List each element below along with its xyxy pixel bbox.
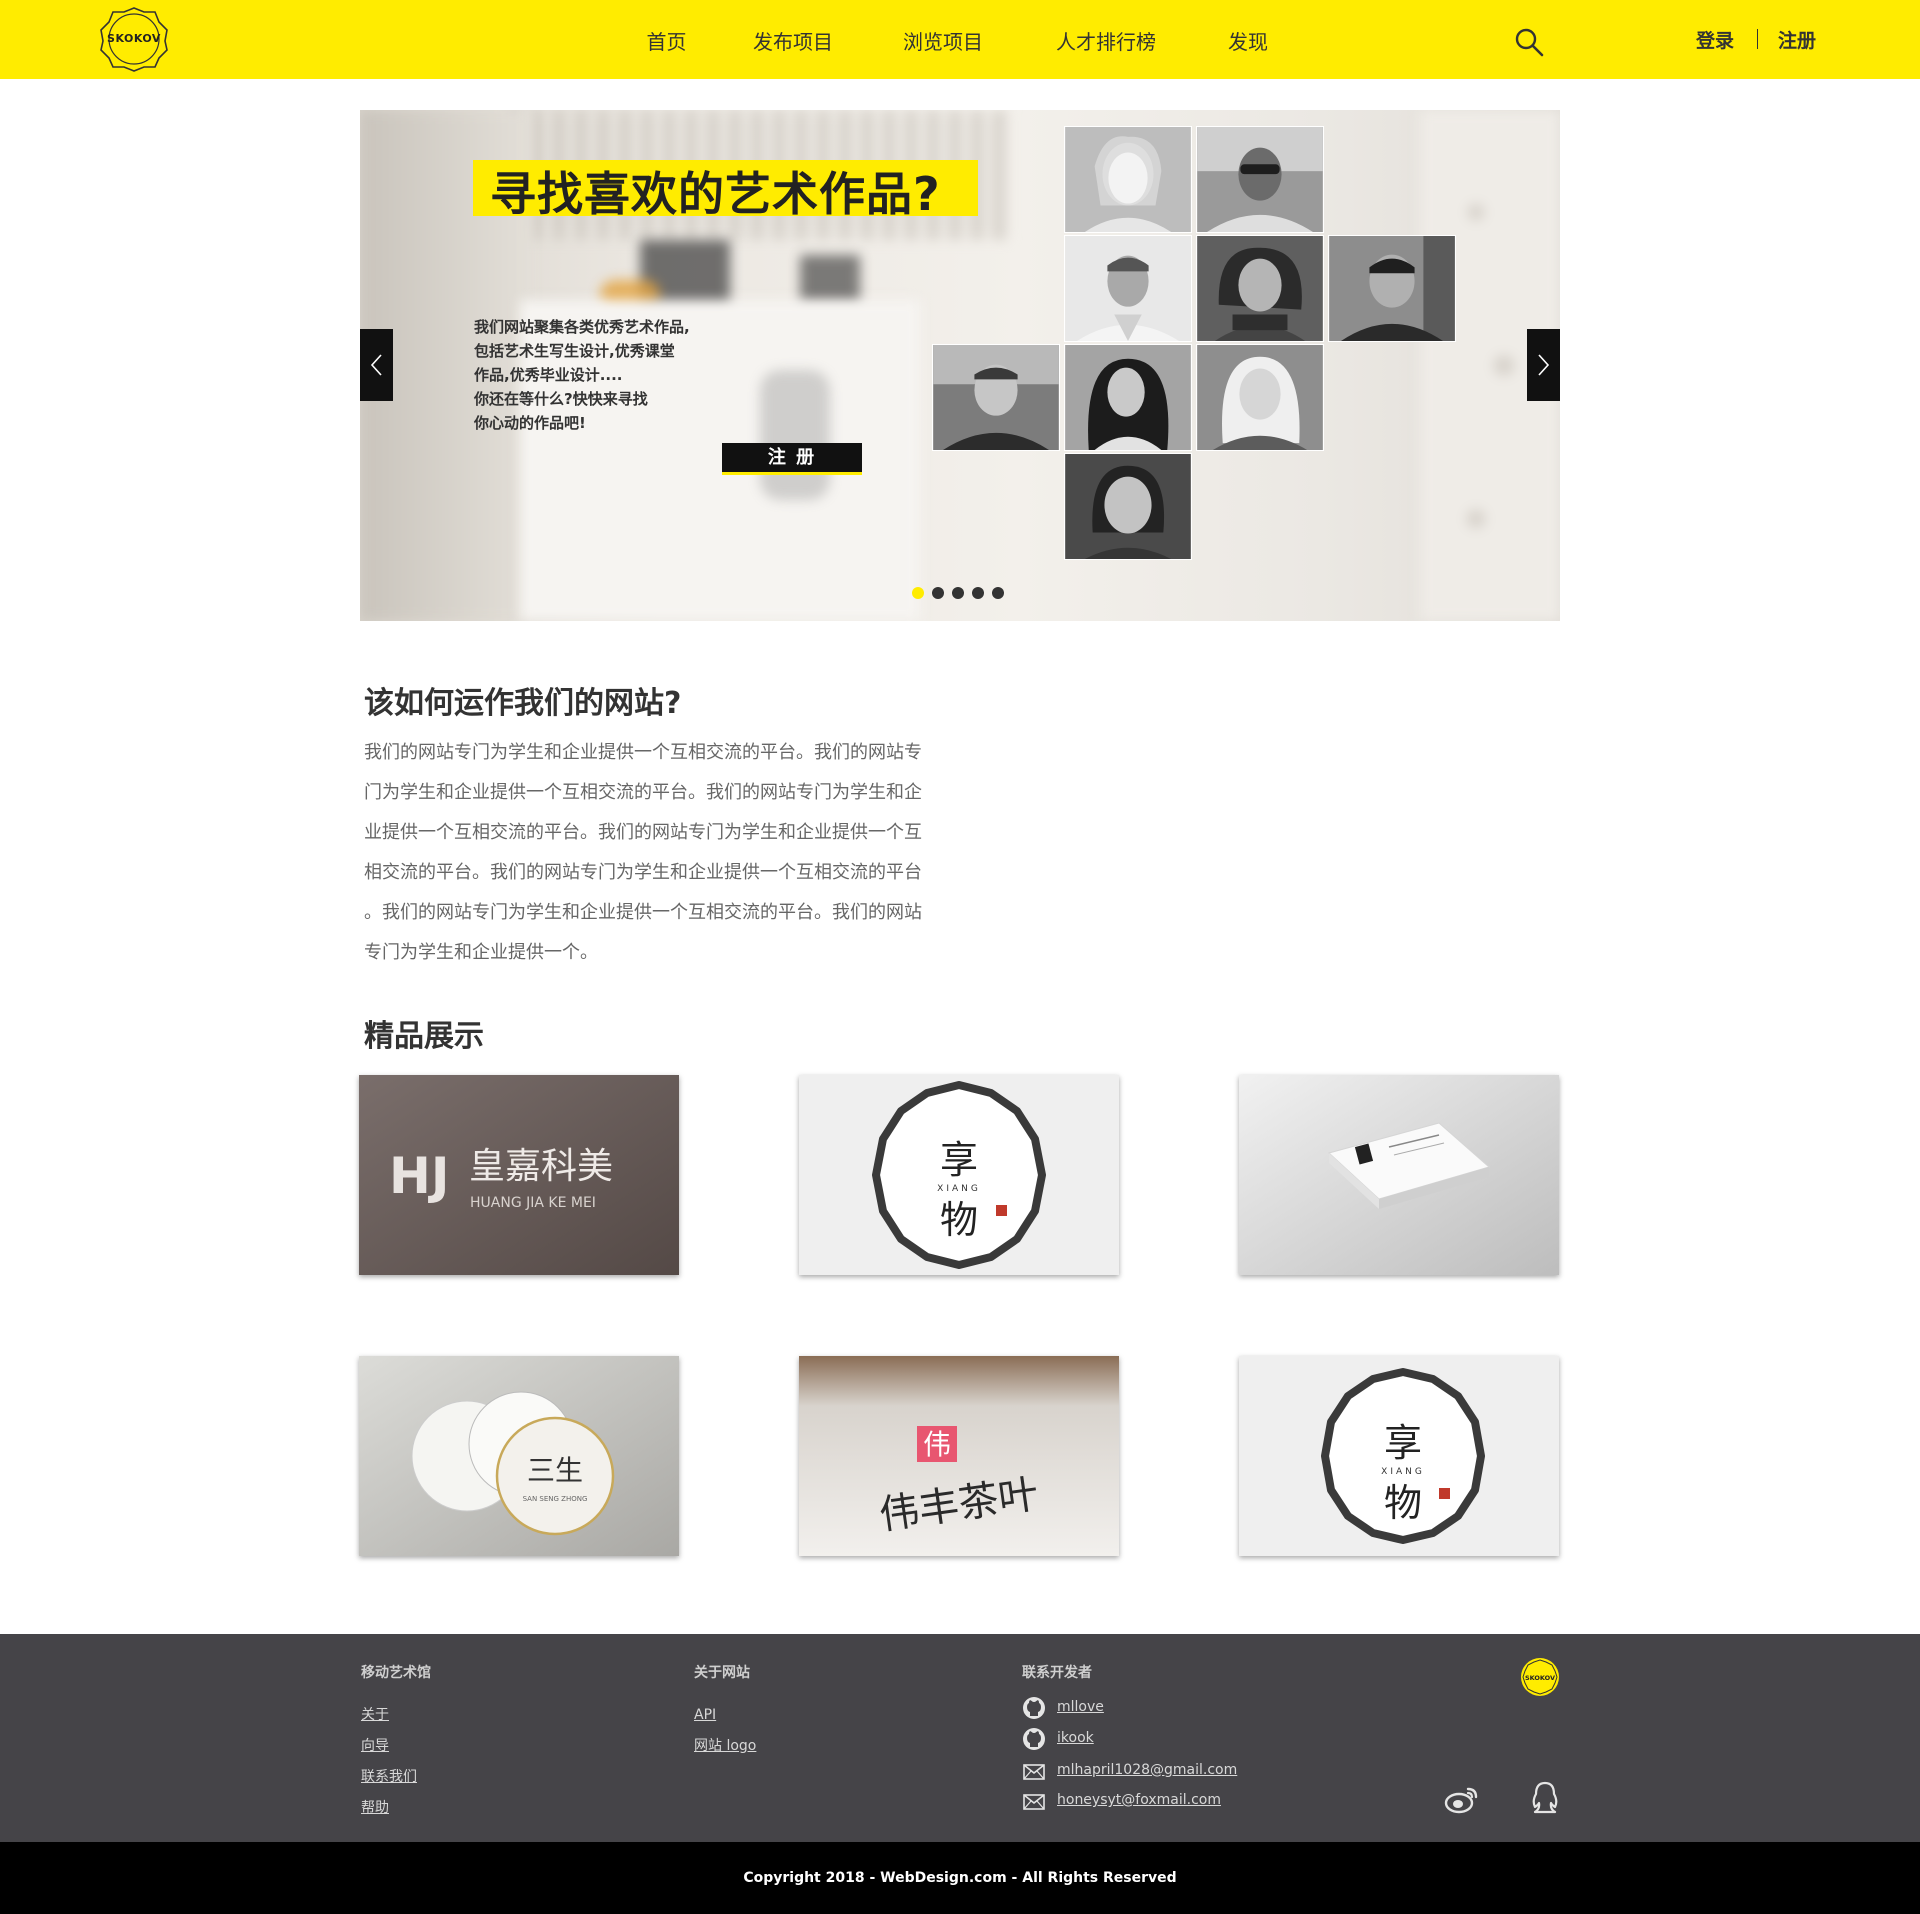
about-body-line: 业提供一个互相交流的平台。我们的网站专门为学生和企业提供一个互	[364, 822, 922, 843]
hero-next-button[interactable]	[1527, 329, 1560, 401]
showcase-card-title: 皇嘉科美	[469, 1146, 613, 1187]
chevron-right-icon	[1538, 354, 1550, 376]
showcase-card-subtitle: SAN SENG ZHONG	[523, 1495, 588, 1503]
about-body-line: 专门为学生和企业提供一个。	[364, 942, 598, 963]
portrait-tile	[932, 344, 1060, 451]
developer-email-link[interactable]: honeysyt@foxmail.com	[1057, 1792, 1221, 1808]
register-link[interactable]: 注册	[1778, 26, 1824, 53]
portrait-tile	[1064, 126, 1192, 233]
about-body: 我们的网站专门为学生和企业提供一个互相交流的平台。我们的网站专 门为学生和企业提…	[364, 733, 984, 973]
showcase-card[interactable]: 享 XIANG 物	[1239, 1356, 1559, 1556]
carousel-dot[interactable]	[992, 587, 1004, 599]
footer-logo-text: SKOKOV	[1525, 1674, 1555, 1682]
mail-icon	[1023, 1764, 1045, 1780]
showcase-card-subtitle: XIANG	[937, 1184, 981, 1194]
hero-title: 寻找喜欢的艺术作品?	[490, 167, 941, 221]
site-footer: 移动艺术馆 关于 向导 联系我们 帮助 关于网站 API 网站 logo 联系开…	[0, 1634, 1920, 1842]
site-logo[interactable]: SKOKOV	[99, 6, 169, 72]
developer-email-link[interactable]: mlhapril1028@gmail.com	[1057, 1762, 1237, 1778]
carousel-dot[interactable]	[972, 587, 984, 599]
carousel-dot[interactable]	[952, 587, 964, 599]
footer-link-contact[interactable]: 联系我们	[361, 1766, 417, 1786]
auth-divider	[1757, 29, 1758, 49]
about-body-line: 门为学生和企业提供一个互相交流的平台。我们的网站专门为学生和企	[364, 782, 922, 803]
weibo-icon[interactable]	[1444, 1783, 1480, 1815]
about-body-line: 相交流的平台。我们的网站专门为学生和企业提供一个互相交流的平台	[364, 862, 922, 883]
footer-heading: 联系开发者	[1022, 1665, 1092, 1681]
nav-item-browse[interactable]: 浏览项目	[885, 0, 1001, 79]
svg-text:HJ: HJ	[389, 1147, 449, 1205]
footer-column-developers: 联系开发者 mllove ikook mlhapril1028@gmail.co…	[1022, 1662, 1237, 1810]
nav-item-talent-ranking[interactable]: 人才排行榜	[1035, 0, 1177, 79]
footer-heading: 移动艺术馆	[361, 1665, 431, 1681]
svg-text:享: 享	[940, 1138, 978, 1182]
showcase-card[interactable]: HJ 皇嘉科美 HUANG JIA KE MEI	[359, 1075, 679, 1275]
showcase-card-title: 三生	[527, 1454, 583, 1487]
showcase-card[interactable]: 享 XIANG 物	[799, 1075, 1119, 1275]
showcase-card[interactable]: 三生 SAN SENG ZHONG	[359, 1356, 679, 1556]
showcase-card[interactable]: 伟 伟丰茶叶	[799, 1356, 1119, 1556]
showcase-card-subtitle: HUANG JIA KE MEI	[470, 1195, 596, 1211]
hero-description: 我们网站聚集各类优秀艺术作品, 包括艺术生写生设计,优秀课堂 作品,优秀毕业设计…	[474, 315, 744, 435]
hero-register-button[interactable]: 注 册	[722, 443, 862, 475]
showcase-card-subtitle: 伟	[923, 1428, 951, 1461]
hero-description-line: 你心动的作品吧!	[474, 414, 586, 432]
background-chair	[760, 370, 830, 500]
portrait-tile	[1196, 126, 1324, 233]
footer-column-museum: 移动艺术馆 关于 向导 联系我们 帮助	[361, 1662, 431, 1816]
carousel-dot[interactable]	[912, 587, 924, 599]
nav-item-home[interactable]: 首页	[605, 0, 728, 79]
svg-text:物: 物	[1384, 1481, 1422, 1525]
logo-text: SKOKOV	[107, 32, 161, 45]
search-icon[interactable]	[1514, 27, 1544, 57]
hero-carousel: 寻找喜欢的艺术作品? 我们网站聚集各类优秀艺术作品, 包括艺术生写生设计,优秀课…	[360, 110, 1560, 621]
login-link[interactable]: 登录	[1696, 26, 1742, 53]
developer-github-link[interactable]: mllove	[1057, 1699, 1104, 1715]
chevron-left-icon	[370, 354, 382, 376]
portrait-tile	[1196, 344, 1324, 451]
hero-description-line: 包括艺术生写生设计,优秀课堂	[474, 342, 675, 360]
hero-prev-button[interactable]	[360, 329, 393, 401]
footer-heading: 关于网站	[694, 1665, 750, 1681]
carousel-dots	[912, 587, 1012, 601]
showcase-title: 精品展示	[364, 1019, 484, 1054]
footer-link-site-logo[interactable]: 网站 logo	[694, 1735, 756, 1755]
about-body-line: 我们的网站专门为学生和企业提供一个互相交流的平台。我们的网站专	[364, 742, 922, 763]
footer-link-about[interactable]: 关于	[361, 1704, 389, 1724]
copyright-bar: Copyright 2018 - WebDesign.com - All Rig…	[0, 1842, 1920, 1914]
svg-text:物: 物	[940, 1198, 978, 1242]
nav-item-discover[interactable]: 发现	[1215, 0, 1281, 79]
portrait-tile	[1064, 235, 1192, 342]
hero-description-line: 作品,优秀毕业设计....	[474, 366, 623, 384]
portrait-tile	[1196, 235, 1324, 342]
mail-icon	[1023, 1794, 1045, 1810]
footer-column-site: 关于网站 API 网站 logo	[694, 1662, 756, 1754]
site-header: SKOKOV 首页 发布项目 浏览项目 人才排行榜 发现 登录 注册	[0, 0, 1920, 79]
carousel-dot[interactable]	[932, 587, 944, 599]
github-icon	[1023, 1728, 1045, 1750]
hero-description-line: 你还在等什么?快快来寻找	[474, 390, 648, 408]
qq-icon[interactable]	[1531, 1781, 1559, 1815]
about-title: 该如何运作我们的网站?	[364, 686, 682, 721]
footer-link-help[interactable]: 帮助	[361, 1797, 389, 1817]
portrait-tile	[1064, 453, 1192, 560]
footer-link-api[interactable]: API	[694, 1707, 716, 1723]
portrait-tile	[1064, 344, 1192, 451]
footer-logo[interactable]: SKOKOV	[1519, 1656, 1561, 1698]
hero-description-line: 我们网站聚集各类优秀艺术作品,	[474, 318, 690, 336]
github-icon	[1023, 1697, 1045, 1719]
background-monitor	[800, 255, 860, 305]
showcase-card[interactable]	[1239, 1075, 1559, 1275]
nav-item-publish[interactable]: 发布项目	[736, 0, 850, 79]
footer-link-guide[interactable]: 向导	[361, 1735, 389, 1755]
about-body-line: 。我们的网站专门为学生和企业提供一个互相交流的平台。我们的网站	[364, 902, 922, 923]
svg-text:享: 享	[1384, 1421, 1422, 1465]
developer-github-link[interactable]: ikook	[1057, 1730, 1094, 1746]
logo-badge-icon: SKOKOV	[1521, 1658, 1559, 1696]
portrait-tile	[1328, 235, 1456, 342]
showcase-card-subtitle: XIANG	[1381, 1467, 1425, 1477]
